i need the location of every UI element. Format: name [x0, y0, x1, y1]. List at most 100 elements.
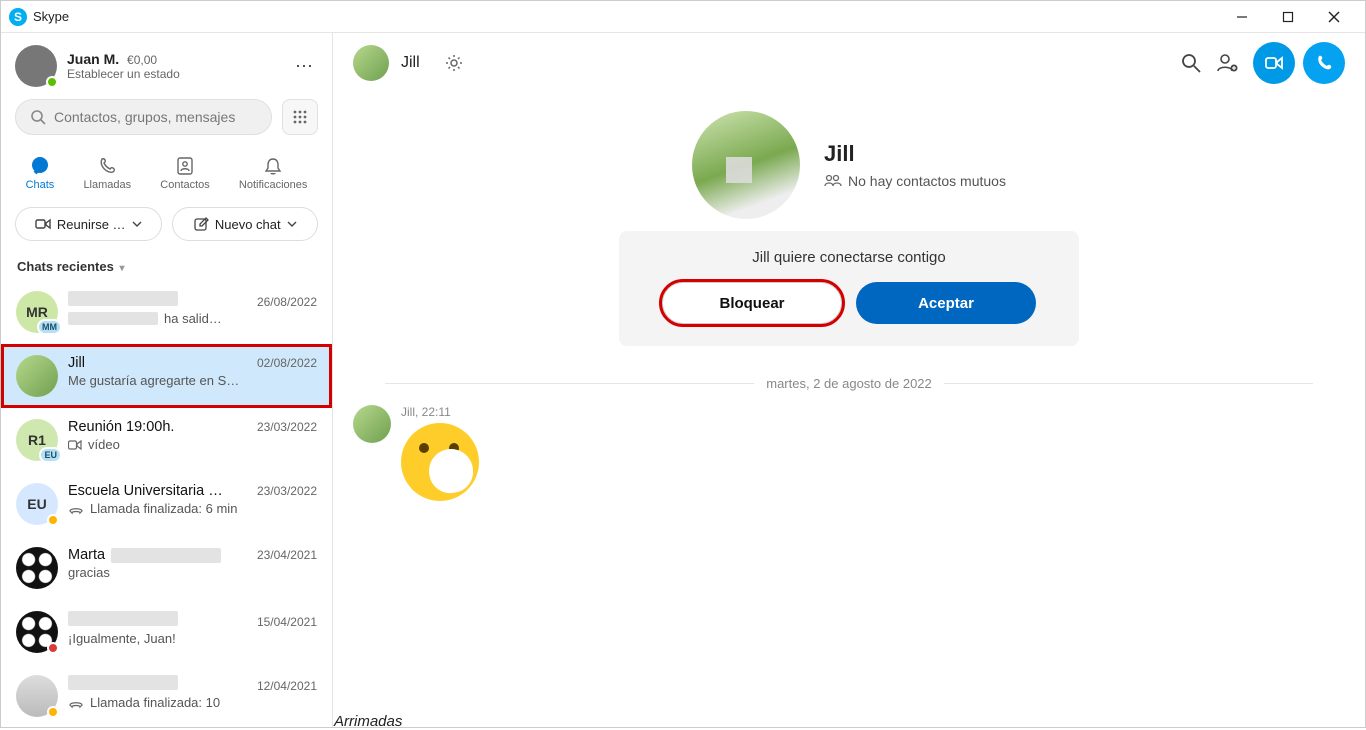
- conversation-pane: Jill: [333, 33, 1365, 727]
- chat-list-item[interactable]: MRMM 26/08/2022 ha salid…: [1, 280, 332, 344]
- skype-logo-icon: S: [9, 8, 27, 26]
- tab-calls[interactable]: Llamadas: [77, 151, 137, 195]
- chat-item-date: 23/04/2021: [257, 548, 317, 562]
- message-meta: Jill, 22:11: [401, 405, 479, 419]
- chat-item-avatar: [16, 675, 58, 717]
- new-chat-button[interactable]: Nuevo chat: [172, 207, 319, 241]
- window-titlebar: S Skype: [1, 1, 1365, 33]
- sidebar: Juan M. €0,00 Establecer un estado ⋯ Con…: [1, 33, 333, 727]
- person-add-icon: [1215, 51, 1239, 75]
- meet-now-label: Reunirse …: [57, 217, 126, 232]
- tab-contacts[interactable]: Contactos: [154, 151, 216, 195]
- chat-list-item[interactable]: R1EUReunión 19:00h.23/03/2022vídeo: [1, 408, 332, 472]
- invite-card: Jill quiere conectarse contigo Bloquear …: [619, 231, 1079, 346]
- search-icon: [1180, 52, 1202, 74]
- recent-chats-header[interactable]: Chats recientes ▾: [1, 253, 332, 280]
- avatar-badge: MM: [37, 319, 62, 335]
- me-status[interactable]: Establecer un estado: [67, 67, 180, 81]
- tab-notifications-label: Notificaciones: [239, 179, 307, 191]
- chat-item-snippet: Llamada finalizada: 10: [68, 695, 317, 710]
- chat-item-avatar: [16, 355, 58, 397]
- chat-item-name: Reunión 19:00h.: [68, 419, 174, 435]
- search-input[interactable]: Contactos, grupos, mensajes: [15, 99, 272, 135]
- presence-dot-icon: [47, 706, 59, 718]
- chat-item-name: [68, 611, 178, 626]
- chat-list-item[interactable]: 15/04/2021 ¡Igualmente, Juan!: [1, 600, 332, 664]
- settings-button[interactable]: [436, 45, 472, 81]
- conversation-avatar[interactable]: [353, 45, 389, 81]
- me-balance[interactable]: €0,00: [127, 53, 157, 67]
- people-icon: [824, 174, 842, 188]
- me-avatar[interactable]: [15, 45, 57, 87]
- dialpad-button[interactable]: [282, 99, 318, 135]
- call-end-icon: [68, 503, 84, 515]
- contact-name: Jill: [824, 141, 1006, 167]
- chevron-down-icon: ▾: [119, 263, 124, 274]
- chat-item-name: Escuela Universitaria …: [68, 483, 223, 499]
- message-avatar[interactable]: [353, 405, 391, 443]
- chat-item-snippet: vídeo: [68, 437, 317, 452]
- chat-item-snippet: ¡Igualmente, Juan!: [68, 631, 317, 646]
- chat-item-name: Marta: [68, 547, 221, 563]
- phone-icon: [97, 155, 117, 177]
- chat-item-date: 15/04/2021: [257, 615, 317, 629]
- me-header: Juan M. €0,00 Establecer un estado ⋯: [1, 33, 332, 93]
- chat-item-date: 26/08/2022: [257, 295, 317, 309]
- chevron-down-icon: [287, 219, 297, 229]
- chat-item-avatar: [16, 547, 58, 589]
- chat-item-date: 23/03/2022: [257, 484, 317, 498]
- add-people-button[interactable]: [1209, 45, 1245, 81]
- gear-icon: [444, 53, 464, 73]
- presence-dot-icon: [47, 514, 59, 526]
- window-minimize-button[interactable]: [1219, 1, 1265, 33]
- chat-item-name: [68, 675, 178, 690]
- chat-list-item[interactable]: 12/04/2021 Llamada finalizada: 10: [1, 664, 332, 727]
- chat-icon: [29, 155, 51, 177]
- date-separator: martes, 2 de agosto de 2022: [373, 376, 1325, 391]
- search-icon: [30, 109, 46, 125]
- chat-list-item[interactable]: Marta 23/04/2021gracias: [1, 536, 332, 600]
- window-maximize-button[interactable]: [1265, 1, 1311, 33]
- chat-list-item[interactable]: EU Escuela Universitaria … 23/03/2022 Llama…: [1, 472, 332, 536]
- accept-button[interactable]: Aceptar: [856, 282, 1036, 324]
- contact-profile-card: Jill No hay contactos mutuos: [529, 111, 1169, 219]
- conversation-name[interactable]: Jill: [401, 54, 420, 72]
- tab-chats-label: Chats: [26, 179, 55, 191]
- me-name[interactable]: Juan M.: [67, 51, 119, 67]
- chat-item-snippet: Me gustaría agregarte en S…: [68, 373, 317, 388]
- chat-list-item[interactable]: Jill02/08/2022Me gustaría agregarte en S…: [1, 344, 332, 408]
- chat-list: MRMM 26/08/2022 ha salid… Jill02/08/2022Me…: [1, 280, 332, 727]
- chat-item-snippet: ha salid…: [68, 311, 317, 326]
- mutual-contacts-text: No hay contactos mutuos: [848, 173, 1006, 189]
- meet-now-button[interactable]: Reunirse …: [15, 207, 162, 241]
- new-chat-label: Nuevo chat: [215, 217, 281, 232]
- nav-tabs: Chats Llamadas Contactos: [1, 145, 332, 199]
- message-row: Jill, 22:11: [353, 405, 1325, 501]
- presence-dot-icon: [47, 642, 59, 654]
- video-icon: [68, 439, 82, 451]
- compose-icon: [193, 216, 209, 232]
- tab-chats[interactable]: Chats: [20, 151, 61, 195]
- footer-partial-text: Arrimadas: [334, 713, 402, 730]
- chat-item-avatar: [16, 611, 58, 653]
- window-close-button[interactable]: [1311, 1, 1357, 33]
- presence-online-icon: [46, 76, 58, 88]
- wave-emoji-icon: [401, 423, 479, 501]
- tab-calls-label: Llamadas: [83, 179, 131, 191]
- video-call-button[interactable]: [1253, 42, 1295, 84]
- app-title: Skype: [33, 9, 69, 24]
- chat-item-snippet: Llamada finalizada: 6 min: [68, 501, 317, 516]
- chat-item-date: 12/04/2021: [257, 679, 317, 693]
- tab-notifications[interactable]: Notificaciones: [233, 151, 313, 195]
- chevron-down-icon: [132, 219, 142, 229]
- block-button[interactable]: Bloquear: [662, 282, 842, 324]
- tab-contacts-label: Contactos: [160, 179, 210, 191]
- more-menu-button[interactable]: ⋯: [290, 52, 318, 80]
- header-search-button[interactable]: [1173, 45, 1209, 81]
- contact-avatar-large[interactable]: [692, 111, 800, 219]
- chat-item-avatar: MRMM: [16, 291, 58, 333]
- audio-call-button[interactable]: [1303, 42, 1345, 84]
- dialpad-icon: [292, 109, 308, 125]
- chat-item-avatar: EU: [16, 483, 58, 525]
- call-end-icon: [68, 697, 84, 709]
